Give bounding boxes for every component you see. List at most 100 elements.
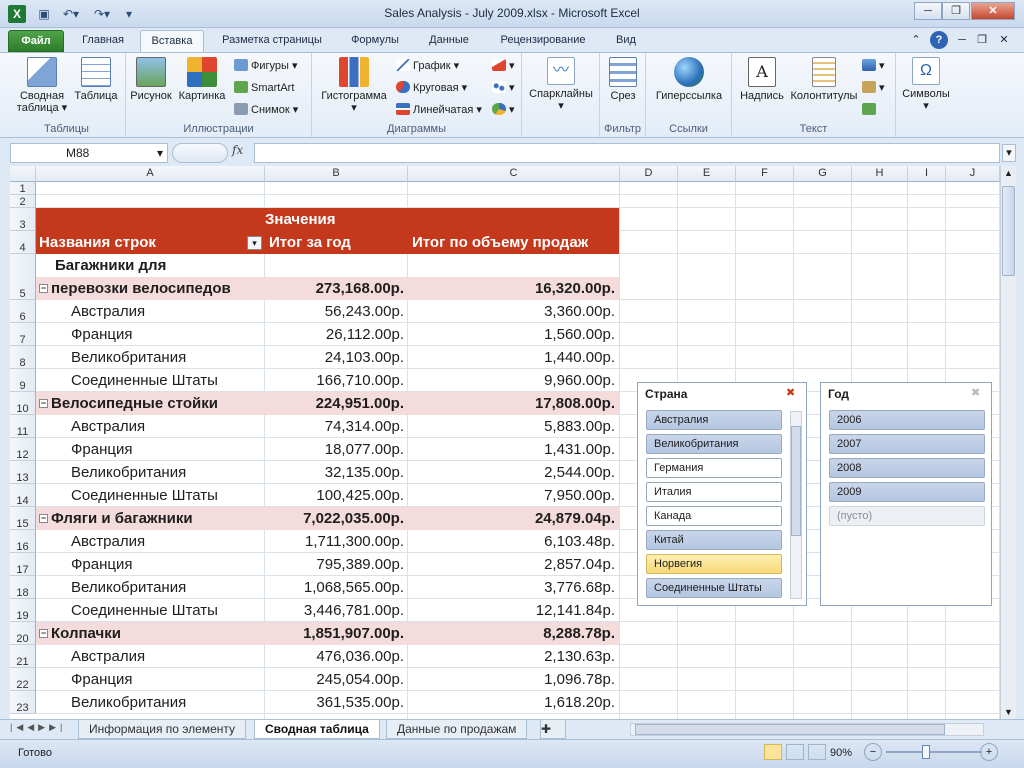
sales-value[interactable]: 6,103.48р. (408, 533, 619, 550)
slicer-item[interactable]: 2006 (829, 410, 985, 430)
row-header[interactable]: 6 (10, 300, 36, 323)
row-header[interactable]: 21 (10, 645, 36, 668)
header-footer-button[interactable]: Колонтитулы (788, 57, 860, 102)
zoom-in-icon[interactable]: + (980, 743, 998, 761)
slicer-item[interactable]: Соединенные Штаты (646, 578, 782, 598)
doc-minimize-icon[interactable]: ─ (954, 30, 970, 52)
sales-value[interactable]: 2,544.00р. (408, 464, 619, 481)
row-label[interactable]: Франция (71, 441, 132, 458)
column-header[interactable]: H (852, 166, 908, 182)
sales-value[interactable]: 1,440.00р. (408, 349, 619, 366)
tab-review[interactable]: Рецензирование (488, 30, 598, 52)
row-header[interactable]: 10 (10, 392, 36, 415)
total-value[interactable]: 1,711,300.00р. (265, 533, 408, 550)
sales-value[interactable]: 12,141.84р. (408, 602, 619, 619)
symbols-button[interactable]: Ω Символы ▾ (898, 57, 954, 112)
tab-formulas[interactable]: Формулы (340, 30, 410, 52)
sales-value[interactable]: 1,618.20р. (408, 694, 619, 711)
clear-filter-icon[interactable]: ✖ (971, 387, 985, 399)
close-button[interactable]: ✕ (971, 2, 1015, 20)
page-layout-view-icon[interactable] (786, 744, 804, 760)
slicer-item[interactable]: (пусто) (829, 506, 985, 526)
maximize-button[interactable]: ❐ (942, 2, 970, 20)
row-header[interactable]: 1 (10, 182, 36, 195)
total-value[interactable]: 245,054.00р. (265, 671, 408, 688)
sales-value[interactable]: 5,883.00р. (408, 418, 619, 435)
column-header[interactable]: A (36, 166, 265, 182)
row-label[interactable]: Великобритания (71, 349, 186, 366)
row-header[interactable]: 18 (10, 576, 36, 599)
smartart-button[interactable]: SmartArt (234, 79, 294, 97)
vertical-scroll-thumb[interactable] (1002, 186, 1015, 276)
row-header[interactable]: 8 (10, 346, 36, 369)
fx-icon[interactable]: fx (232, 143, 243, 157)
row-header[interactable]: 13 (10, 461, 36, 484)
row-label[interactable]: Великобритания (71, 579, 186, 596)
row-label[interactable]: Австралия (71, 303, 145, 320)
pivot-table-button[interactable]: Сводная таблица ▾ (14, 57, 70, 114)
sales-value[interactable]: 3,360.00р. (408, 303, 619, 320)
row-label[interactable]: − перевозки велосипедов (39, 280, 231, 297)
total-value[interactable]: 26,112.00р. (265, 326, 408, 343)
slicer-item[interactable]: Канада (646, 506, 782, 526)
row-label[interactable]: Соединенные Штаты (71, 372, 218, 389)
vertical-scrollbar[interactable]: ▲ ▼ (1000, 166, 1016, 719)
name-box[interactable]: M88 ▾ (10, 143, 168, 163)
slicer-item[interactable]: 2007 (829, 434, 985, 454)
row-header[interactable]: 19 (10, 599, 36, 622)
column-header[interactable]: G (794, 166, 852, 182)
sales-value[interactable]: 16,320.00р. (408, 280, 619, 297)
column-header[interactable]: I (908, 166, 946, 182)
column-header[interactable]: J (946, 166, 1000, 182)
collapse-icon[interactable]: − (39, 284, 48, 293)
row-header[interactable]: 9 (10, 369, 36, 392)
formula-input[interactable] (254, 143, 1000, 163)
slicer-button[interactable]: Срез (604, 57, 642, 102)
tab-data[interactable]: Данные (418, 30, 480, 52)
doc-restore-icon[interactable]: ❐ (974, 30, 990, 52)
horizontal-scroll-thumb[interactable] (635, 724, 945, 735)
zoom-slider-thumb[interactable] (922, 745, 930, 759)
line-chart-button[interactable]: График ▾ (396, 57, 459, 75)
picture-button[interactable]: Рисунок (128, 57, 174, 102)
shapes-button[interactable]: Фигуры ▾ (234, 57, 298, 75)
zoom-slider[interactable] (886, 751, 982, 753)
column-header[interactable]: F (736, 166, 794, 182)
column-chart-button[interactable]: Гистограмма ▾ (316, 57, 392, 114)
horizontal-scrollbar[interactable] (630, 723, 984, 736)
row-header[interactable]: 7 (10, 323, 36, 346)
sales-value[interactable]: 1,560.00р. (408, 326, 619, 343)
slicer-item[interactable]: Италия (646, 482, 782, 502)
new-sheet-icon[interactable]: ✚ (540, 720, 566, 739)
tab-file[interactable]: Файл (8, 30, 64, 52)
tab-insert[interactable]: Вставка (140, 30, 204, 52)
total-value[interactable]: 18,077.00р. (265, 441, 408, 458)
page-break-view-icon[interactable] (808, 744, 826, 760)
row-label[interactable]: Франция (71, 326, 132, 343)
expand-formula-icon[interactable]: ▾ (1002, 144, 1016, 162)
total-value[interactable]: 1,851,907.00р. (265, 625, 408, 642)
sales-value[interactable]: 9,960.00р. (408, 372, 619, 389)
sales-value[interactable]: 2,857.04р. (408, 556, 619, 573)
slicer-item[interactable]: Китай (646, 530, 782, 550)
row-header[interactable]: 15 (10, 507, 36, 530)
total-value[interactable]: 3,446,781.00р. (265, 602, 408, 619)
sales-value[interactable]: 1,431.00р. (408, 441, 619, 458)
scatter-chart-button[interactable]: ▾ (492, 79, 515, 97)
slicer-scroll-thumb[interactable] (791, 426, 801, 536)
area-chart-button[interactable]: ▾ (492, 57, 515, 75)
tab-view[interactable]: Вид (606, 30, 646, 52)
sheet-tab-pivot[interactable]: Сводная таблица (254, 720, 380, 739)
sales-value[interactable]: 17,808.00р. (408, 395, 619, 412)
help-icon[interactable]: ? (930, 31, 948, 49)
sales-value[interactable]: 7,950.00р. (408, 487, 619, 504)
bar-chart-button[interactable]: Линейчатая ▾ (396, 101, 482, 119)
total-value[interactable]: 361,535.00р. (265, 694, 408, 711)
row-label[interactable]: − Фляги и багажники (39, 510, 193, 527)
textbox-button[interactable]: A Надпись (736, 57, 788, 102)
slicer-item[interactable]: Германия (646, 458, 782, 478)
slicer-country-scrollbar[interactable] (790, 411, 802, 599)
slicer-item[interactable]: Австралия (646, 410, 782, 430)
slicer-item[interactable]: Великобритания (646, 434, 782, 454)
name-box-dropdown-icon[interactable]: ▾ (157, 144, 163, 162)
